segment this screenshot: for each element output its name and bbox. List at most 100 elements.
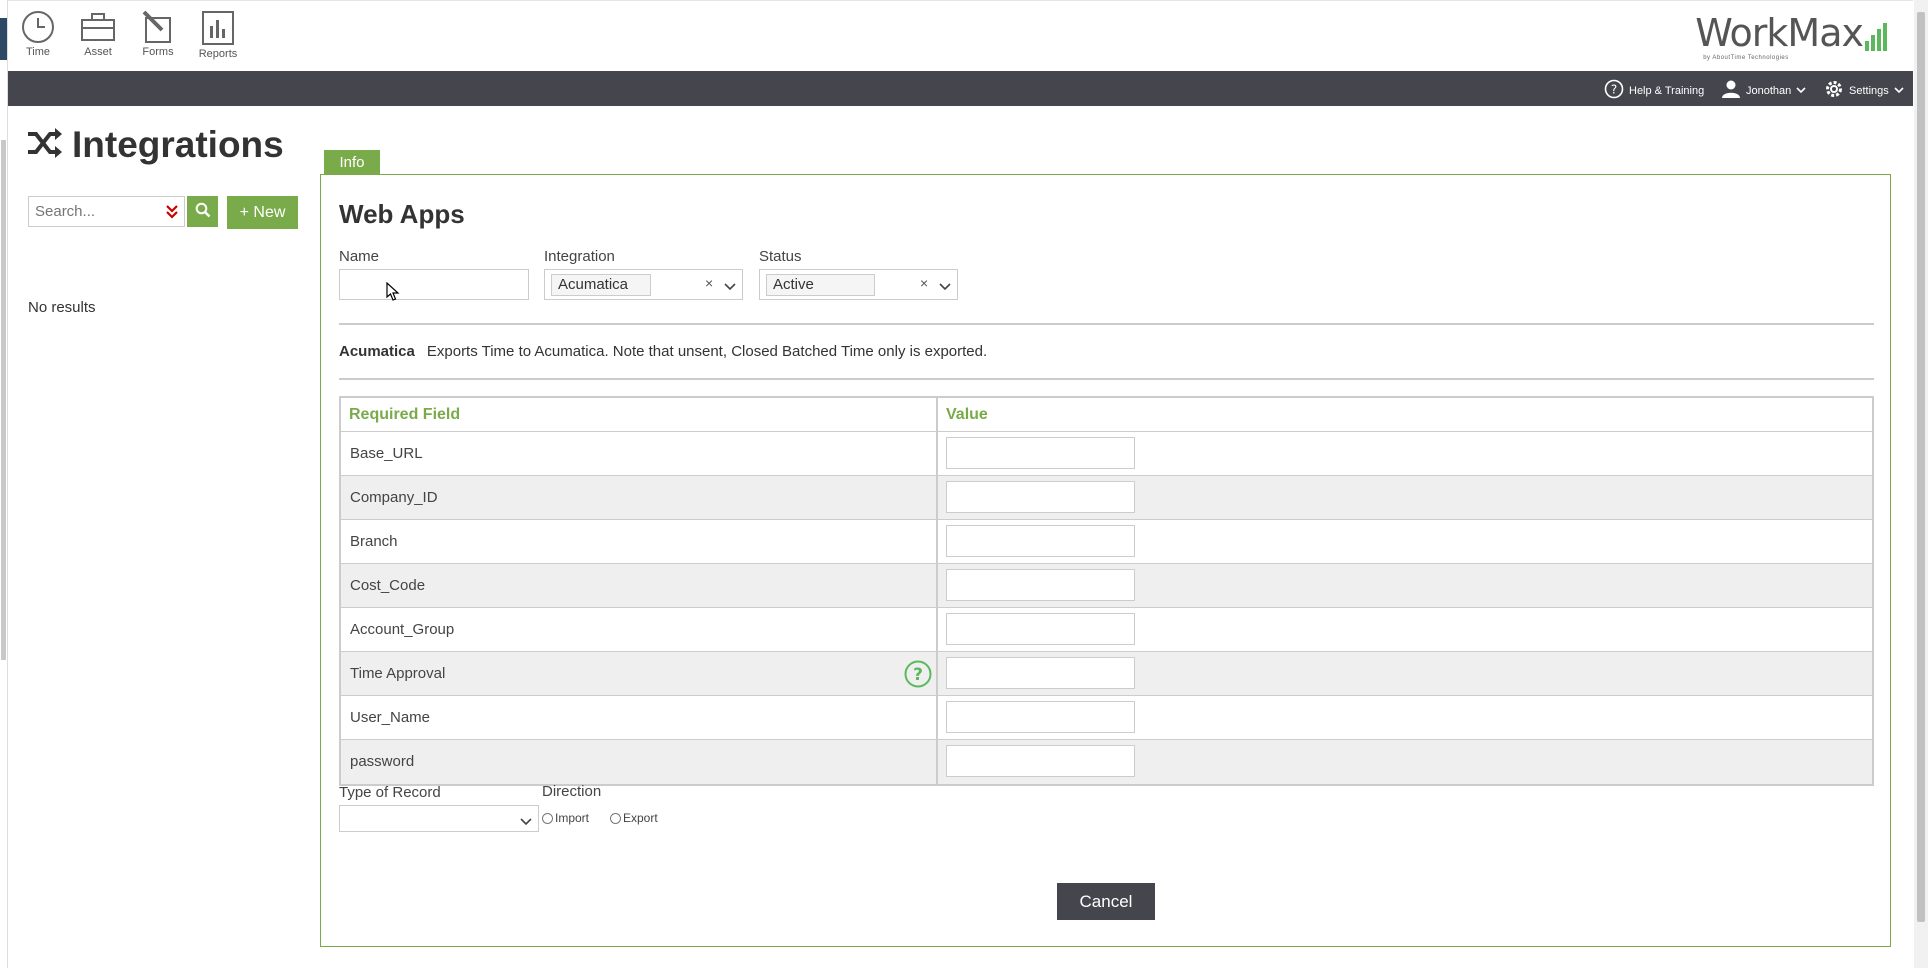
account-group-input[interactable] <box>946 613 1135 645</box>
cost-code-input[interactable] <box>946 569 1135 601</box>
chevron-down-icon[interactable] <box>724 278 736 296</box>
cancel-button[interactable]: Cancel <box>1057 883 1155 920</box>
left-edge-scroll <box>1 140 6 660</box>
chevron-down-icon[interactable] <box>939 278 951 296</box>
chevron-down-icon <box>1796 85 1806 97</box>
clock-icon <box>8 10 68 44</box>
settings-menu[interactable]: Settings <box>1824 79 1904 102</box>
help-circle-icon[interactable]: ? <box>904 660 932 692</box>
integration-label: Integration <box>544 248 615 265</box>
help-training-link[interactable]: ? Help & Training <box>1604 79 1704 102</box>
no-results-text: No results <box>28 299 96 316</box>
clear-status-icon[interactable]: × <box>920 275 928 291</box>
bar-chart-icon <box>188 10 248 46</box>
table-row: Cost_Code <box>341 564 1872 608</box>
chevron-down-icon <box>1894 85 1904 97</box>
integration-select[interactable]: Acumatica × <box>544 269 743 300</box>
divider <box>339 378 1874 380</box>
clear-integration-icon[interactable]: × <box>705 275 713 291</box>
field-name: Company_ID <box>341 476 938 519</box>
direction-label: Direction <box>542 783 602 800</box>
direction-export-label: Export <box>623 811 658 825</box>
search-box <box>28 196 185 227</box>
svg-text:?: ? <box>1611 83 1617 97</box>
radio-circle[interactable] <box>542 812 553 824</box>
name-input[interactable] <box>339 269 529 300</box>
field-name: Time Approval <box>350 665 446 682</box>
table-row: password <box>341 740 1872 784</box>
svg-text:?: ? <box>913 665 923 685</box>
table-row: User_Name <box>341 696 1872 740</box>
radio-circle[interactable] <box>610 812 621 824</box>
column-header-required-field: Required Field <box>341 398 938 431</box>
time-approval-input[interactable] <box>946 657 1135 689</box>
field-name: User_Name <box>341 696 938 739</box>
nav-time-label: Time <box>25 46 51 58</box>
table-header: Required Field Value <box>341 398 1872 432</box>
divider <box>339 323 1874 325</box>
status-label: Status <box>759 248 802 265</box>
logo-bars-icon <box>1865 23 1889 51</box>
page-title: Integrations <box>26 124 284 166</box>
integration-selected-value: Acumatica <box>551 274 652 296</box>
nav-asset[interactable]: Asset <box>68 10 128 58</box>
mouse-cursor-icon <box>386 281 400 307</box>
user-name-input[interactable] <box>946 701 1135 733</box>
vertical-scrollbar[interactable] <box>1914 0 1928 968</box>
company-id-input[interactable] <box>946 481 1135 513</box>
left-edge-strip <box>0 0 8 968</box>
field-name: Account_Group <box>341 608 938 651</box>
user-icon <box>1721 79 1741 102</box>
field-name: Cost_Code <box>341 564 938 607</box>
description-integration-name: Acumatica <box>339 343 415 360</box>
field-name: password <box>341 740 938 784</box>
nav-forms[interactable]: Forms <box>128 10 188 58</box>
form-edit-icon <box>128 10 188 44</box>
nav-reports-label: Reports <box>198 48 238 60</box>
workmax-logo: WorkMax by AboutTime Technologies <box>1695 14 1889 61</box>
left-edge-tab <box>0 18 7 60</box>
integration-description: Acumatica Exports Time to Acumatica. Note… <box>339 343 987 360</box>
settings-label: Settings <box>1849 84 1889 97</box>
nav-forms-label: Forms <box>142 46 174 58</box>
tab-info[interactable]: Info <box>324 150 380 175</box>
table-row: Time Approval ? <box>341 652 1872 696</box>
type-of-record-label: Type of Record <box>339 784 441 801</box>
user-menu[interactable]: Jonothan <box>1721 79 1806 102</box>
search-input[interactable] <box>29 197 154 226</box>
type-of-record-select[interactable] <box>339 805 539 832</box>
table-row: Company_ID <box>341 476 1872 520</box>
new-button[interactable]: + New <box>227 196 298 229</box>
nav-reports[interactable]: Reports <box>188 10 248 60</box>
status-select[interactable]: Active × <box>759 269 958 300</box>
nav-asset-label: Asset <box>84 46 112 58</box>
password-input[interactable] <box>946 745 1135 777</box>
branch-input[interactable] <box>946 525 1135 557</box>
detail-panel: Web Apps Name Integration Acumatica × St… <box>320 174 1891 947</box>
table-row: Account_Group <box>341 608 1872 652</box>
direction-import-label: Import <box>555 811 590 825</box>
shuffle-icon <box>26 126 64 165</box>
page-title-text: Integrations <box>72 124 284 165</box>
nav-time[interactable]: Time <box>8 10 68 58</box>
form-title: Web Apps <box>339 199 465 229</box>
direction-export-radio[interactable]: Export <box>610 811 658 825</box>
search-icon <box>195 202 211 221</box>
double-chevron-down-icon[interactable] <box>166 204 178 225</box>
top-toolbar: Time Asset Forms Reports WorkMax by Abou… <box>8 0 1913 71</box>
base-url-input[interactable] <box>946 437 1135 469</box>
required-fields-table: Required Field Value Base_URL Company_ID… <box>339 396 1874 786</box>
help-circle-icon: ? <box>1604 79 1624 102</box>
field-name: Base_URL <box>341 432 938 475</box>
status-selected-value: Active <box>766 274 875 296</box>
direction-import-radio[interactable]: Import <box>542 811 589 825</box>
table-row: Branch <box>341 520 1872 564</box>
name-label: Name <box>339 248 380 265</box>
search-button[interactable] <box>187 196 218 227</box>
description-text: Exports Time to Acumatica. Note that uns… <box>426 343 988 360</box>
scrollbar-thumb[interactable] <box>1917 12 1925 922</box>
column-header-value: Value <box>946 406 988 423</box>
chevron-down-icon <box>520 813 532 831</box>
field-name-cell: Time Approval ? <box>341 652 938 695</box>
header-bar: ? Help & Training Jonothan Settings <box>8 71 1913 106</box>
